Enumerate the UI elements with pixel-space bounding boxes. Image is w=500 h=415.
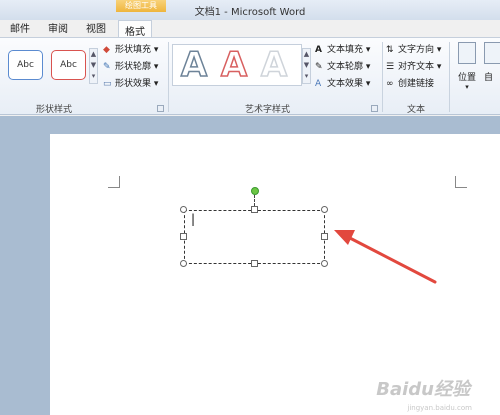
text-effects-icon: A <box>315 79 322 89</box>
shape-effects-icon: ▭ <box>103 79 112 89</box>
wrap-text-icon <box>484 42 500 64</box>
chevron-down-icon: ▾ <box>465 83 469 91</box>
dialog-launcher-icon[interactable] <box>371 105 378 112</box>
shape-fill-label: 形状填充 <box>115 45 152 55</box>
resize-handle-top-right[interactable] <box>321 206 328 213</box>
ribbon-tabs: 邮件 审阅 视图 格式 <box>0 12 500 39</box>
position-icon <box>458 42 476 64</box>
shape-style-red[interactable]: Abc <box>51 50 86 80</box>
group-divider <box>168 42 169 112</box>
shape-style-blue[interactable]: Abc <box>8 50 43 80</box>
align-text-icon: ☰ <box>386 62 395 72</box>
position-button[interactable]: 位置 ▾ <box>454 42 480 98</box>
rotation-handle[interactable] <box>251 187 259 195</box>
text-cursor: | <box>191 212 196 226</box>
dialog-launcher-icon[interactable] <box>157 105 164 112</box>
watermark-url: jingyan.baidu.com <box>407 404 472 412</box>
text-group-label: 文本 <box>407 105 426 115</box>
resize-handle-top[interactable] <box>251 206 258 213</box>
text-direction-label: 文字方向 <box>398 45 435 55</box>
text-fill-label: 文本填充 <box>327 45 364 55</box>
text-box[interactable]: | <box>184 210 325 264</box>
text-direction-icon: ⇅ <box>386 45 394 55</box>
text-outline-button[interactable]: ✎ 文本轮廓 ▾ <box>315 59 370 72</box>
shape-style-scroller[interactable]: ▲ ▼ ▾ <box>89 48 98 84</box>
group-divider <box>382 42 383 112</box>
align-text-label: 对齐文本 <box>398 62 435 72</box>
watermark-logo: Baidu经验 <box>376 379 470 400</box>
ribbon: Abc Abc ▲ ▼ ▾ ◆ 形状填充 ▾ ✎ 形状轮廓 ▾ ▭ 形状效果 ▾ 形状样式… <box>0 37 500 115</box>
text-direction-button[interactable]: ⇅ 文字方向 ▾ <box>386 42 441 55</box>
text-fill-icon: A <box>315 45 322 55</box>
align-text-button[interactable]: ☰ 对齐文本 ▾ <box>386 59 441 72</box>
resize-handle-top-left[interactable] <box>180 206 187 213</box>
margin-corner-right <box>455 176 467 188</box>
wordart-scroller[interactable]: ▲ ▼ ▾ <box>302 48 311 84</box>
text-outline-icon: ✎ <box>315 62 323 72</box>
shape-fill-button[interactable]: ◆ 形状填充 ▾ <box>103 42 158 55</box>
resize-handle-bottom[interactable] <box>251 260 258 267</box>
create-link-label: 创建链接 <box>398 79 435 89</box>
margin-corner-left <box>108 176 120 188</box>
resize-handle-right[interactable] <box>321 233 328 240</box>
text-outline-label: 文本轮廓 <box>327 62 364 72</box>
pen-icon: ✎ <box>103 62 111 72</box>
text-effects-button[interactable]: A 文本效果 ▾ <box>315 76 370 89</box>
wrap-text-label: 自 <box>484 73 494 83</box>
shape-effects-label: 形状效果 <box>115 79 152 89</box>
group-divider <box>449 42 450 112</box>
wrap-text-button[interactable]: 自 <box>484 42 500 98</box>
create-link-button[interactable]: ∞ 创建链接 <box>386 76 434 89</box>
position-label: 位置 <box>457 73 476 83</box>
wordart-style-3[interactable]: A <box>256 45 292 85</box>
paint-bucket-icon: ◆ <box>103 45 110 55</box>
wordart-style-1[interactable]: A <box>176 45 212 85</box>
tab-mailings[interactable]: 邮件 <box>10 20 30 35</box>
wordart-style-2[interactable]: A <box>216 45 252 85</box>
resize-handle-bottom-right[interactable] <box>321 260 328 267</box>
resize-handle-bottom-left[interactable] <box>180 260 187 267</box>
text-effects-label: 文本效果 <box>327 79 364 89</box>
resize-handle-left[interactable] <box>180 233 187 240</box>
shape-styles-group-label: 形状样式 <box>36 105 73 115</box>
context-tab-header: 绘图工具 <box>116 0 166 12</box>
shape-effects-button[interactable]: ▭ 形状效果 ▾ <box>103 76 158 89</box>
shape-outline-label: 形状轮廓 <box>115 62 152 72</box>
tab-review[interactable]: 审阅 <box>48 20 68 35</box>
tab-view[interactable]: 视图 <box>86 20 106 35</box>
wordart-styles-group-label: 艺术字样式 <box>245 105 291 115</box>
link-icon: ∞ <box>386 79 394 89</box>
shape-outline-button[interactable]: ✎ 形状轮廓 ▾ <box>103 59 158 72</box>
text-fill-button[interactable]: A 文本填充 ▾ <box>315 42 370 55</box>
